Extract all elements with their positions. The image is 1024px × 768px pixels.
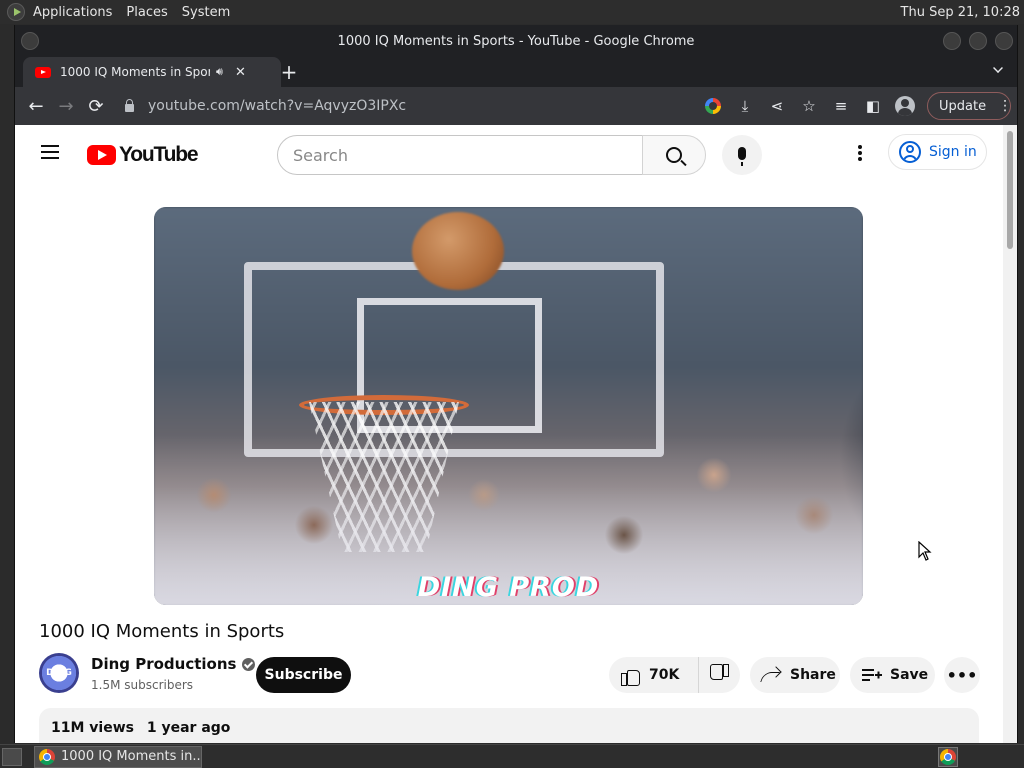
youtube-play-icon xyxy=(87,145,116,165)
description-box[interactable]: 11M views 1 year ago xyxy=(39,708,979,743)
youtube-logo[interactable]: YouTube xyxy=(87,143,199,167)
more-actions-icon[interactable]: ••• xyxy=(944,657,980,693)
toolbar-icons: ⤓ ⋖ ☆ ≡ ◧ xyxy=(697,92,921,120)
subscribe-button[interactable]: Subscribe xyxy=(256,657,351,693)
show-desktop-icon[interactable] xyxy=(2,747,22,766)
like-button[interactable]: 70K xyxy=(609,657,699,693)
like-dislike-group: 70K xyxy=(609,657,740,693)
search-placeholder: Search xyxy=(293,145,348,165)
address-bar[interactable]: youtube.com/watch?v=AqvyzO3IPXc xyxy=(125,91,705,121)
tab-search-chevron-icon[interactable] xyxy=(993,63,1003,73)
view-count: 11M views xyxy=(51,720,134,736)
video-title: 1000 IQ Moments in Sports xyxy=(39,621,285,642)
install-app-icon[interactable]: ⤓ xyxy=(729,92,761,120)
share-label: Share xyxy=(790,667,836,683)
basketball xyxy=(412,212,504,290)
search-button[interactable] xyxy=(642,135,706,175)
tab-strip: 1000 IQ Moments in Sports 🔊︎ ✕ + xyxy=(15,57,1017,87)
share-icon[interactable]: ⋖ xyxy=(761,92,793,120)
close-window-icon[interactable] xyxy=(995,32,1013,50)
dislike-button[interactable] xyxy=(699,666,740,684)
speaker-icon[interactable]: 🔊︎ xyxy=(216,65,223,79)
subscriber-count: 1.5M subscribers xyxy=(91,678,194,692)
bookmark-star-icon[interactable]: ☆ xyxy=(793,92,825,120)
youtube-page: YouTube Search Sign in DING PROD 1000 IQ… xyxy=(15,125,1005,743)
google-lens-icon[interactable] xyxy=(697,92,729,120)
account-circle-icon xyxy=(899,141,921,163)
thumbs-down-icon xyxy=(711,666,729,684)
chrome-icon xyxy=(39,748,55,765)
tab-title: 1000 IQ Moments in Sports xyxy=(60,65,210,79)
upload-age: 1 year ago xyxy=(146,720,231,736)
lock-icon[interactable] xyxy=(125,99,134,112)
sign-in-button[interactable]: Sign in xyxy=(888,134,987,170)
channel-avatar-text: DING xyxy=(46,668,72,678)
backboard xyxy=(244,262,664,457)
close-tab-icon[interactable]: ✕ xyxy=(235,65,246,80)
url-text[interactable]: youtube.com/watch?v=AqvyzO3IPXc xyxy=(148,98,406,114)
share-arrow-icon xyxy=(762,668,780,682)
channel-name-link[interactable]: Ding Productions xyxy=(91,655,256,673)
side-panel-icon[interactable]: ◧ xyxy=(857,92,889,120)
chrome-window: 1000 IQ Moments in Sports - YouTube - Go… xyxy=(14,25,1018,743)
chrome-menu-icon[interactable]: ⋮ xyxy=(998,98,1012,114)
thumbs-up-icon xyxy=(621,666,640,686)
channel-name[interactable]: Ding Productions xyxy=(91,655,236,673)
settings-kebab-icon[interactable] xyxy=(855,143,865,163)
save-button[interactable]: Save xyxy=(850,657,935,693)
window-menu-icon[interactable] xyxy=(21,32,39,50)
search-input[interactable]: Search xyxy=(277,135,643,175)
places-menu[interactable]: Places xyxy=(126,5,167,20)
playlist-add-icon xyxy=(862,668,882,682)
scrollbar-thumb[interactable] xyxy=(1007,131,1013,249)
profile-avatar-icon[interactable] xyxy=(889,92,921,120)
window-title: 1000 IQ Moments in Sports - YouTube - Go… xyxy=(337,33,695,49)
minimize-icon[interactable] xyxy=(943,32,961,50)
search-icon xyxy=(666,147,682,163)
youtube-logo-text: YouTube xyxy=(119,143,199,166)
voice-search-button[interactable] xyxy=(722,135,762,175)
video-player[interactable]: DING PROD xyxy=(154,207,863,605)
system-menu[interactable]: System xyxy=(182,5,230,20)
clock[interactable]: Thu Sep 21, 10:28 xyxy=(901,5,1020,20)
back-arrow-icon[interactable]: ← xyxy=(21,91,51,121)
forward-arrow-icon[interactable]: → xyxy=(51,91,81,121)
browser-toolbar: ← → ⟳ youtube.com/watch?v=AqvyzO3IPXc ⤓ … xyxy=(15,87,1017,125)
distro-logo-icon[interactable] xyxy=(7,3,25,21)
channel-avatar[interactable]: DING xyxy=(39,653,79,693)
save-label: Save xyxy=(890,667,929,683)
media-controls-icon[interactable]: ≡ xyxy=(825,92,857,120)
update-button[interactable]: Update ⋮ xyxy=(927,92,1012,120)
hamburger-menu-icon[interactable] xyxy=(41,145,59,159)
sign-in-label: Sign in xyxy=(929,144,977,160)
maximize-icon[interactable] xyxy=(969,32,987,50)
reload-icon[interactable]: ⟳ xyxy=(81,91,111,121)
taskbar-chrome-item[interactable]: 1000 IQ Moments in... xyxy=(34,745,202,768)
video-meta: 11M views 1 year ago xyxy=(51,720,238,736)
tray-chrome-icon[interactable] xyxy=(938,746,958,767)
page-scrollbar[interactable] xyxy=(1003,125,1017,743)
youtube-header: YouTube Search Sign in xyxy=(15,125,1005,181)
tab-youtube[interactable]: 1000 IQ Moments in Sports 🔊︎ ✕ xyxy=(23,57,281,87)
bottom-taskbar: 1000 IQ Moments in... xyxy=(0,744,1024,768)
applications-menu[interactable]: Applications xyxy=(33,5,112,20)
verified-badge-icon xyxy=(242,657,256,671)
window-titlebar[interactable]: 1000 IQ Moments in Sports - YouTube - Go… xyxy=(15,25,1017,57)
share-button[interactable]: Share xyxy=(750,657,840,693)
task-label: 1000 IQ Moments in... xyxy=(61,749,202,764)
video-watermark: DING PROD xyxy=(417,572,600,603)
update-label: Update xyxy=(939,98,987,114)
like-count: 70K xyxy=(649,667,680,683)
new-tab-button[interactable]: + xyxy=(277,60,301,84)
youtube-favicon-icon xyxy=(35,66,51,78)
top-panel: Applications Places System Thu Sep 21, 1… xyxy=(0,0,1024,24)
microphone-icon xyxy=(738,147,746,166)
